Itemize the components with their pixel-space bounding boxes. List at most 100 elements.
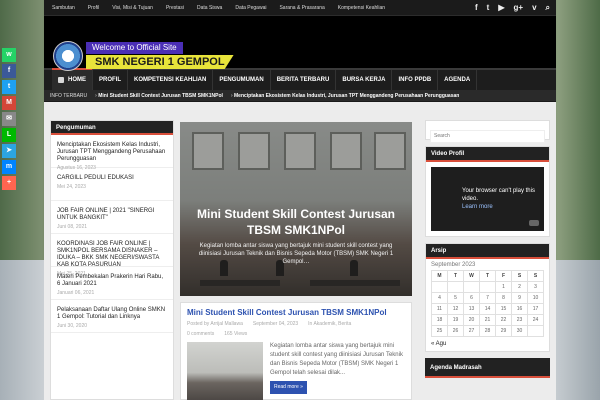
top-link-visi-misi[interactable]: Visi, Misi & Tujuan [112, 5, 153, 11]
calendar-day [447, 281, 464, 293]
calendar: September 2023 M T W T F S S 1 2 3 4 5 6 7 8 9 10 11 12 13 1… [426, 259, 549, 351]
article-comments[interactable]: 0 comments [187, 331, 214, 337]
school-logo[interactable] [53, 41, 83, 71]
top-link-prestasi[interactable]: Prestasi [166, 5, 184, 11]
announcement-item[interactable]: KOORDINASI JOB FAIR ONLINE | SMK1NPOL BE… [51, 234, 173, 277]
search-icon[interactable]: ⌕ [546, 3, 550, 12]
calendar-day[interactable]: 19 [447, 314, 464, 326]
calendar-day[interactable]: 7 [479, 292, 496, 304]
announcement-item-date: Mei 24, 2023 [57, 184, 86, 190]
calendar-day[interactable]: 18 [431, 314, 448, 326]
calendar-day[interactable]: 5 [447, 292, 464, 304]
archive-title: Arsip [426, 244, 549, 259]
article-category[interactable]: In Akademik, Berita [308, 321, 351, 327]
ticker-item[interactable]: Menciptakan Ekosistem Kelas Industri, Ju… [231, 93, 459, 99]
line-share-icon[interactable]: L [2, 128, 16, 142]
calendar-day[interactable]: 27 [463, 325, 480, 337]
announcement-item-title[interactable]: Menciptakan Ekosistem Kelas Industri, Ju… [57, 142, 167, 163]
read-more-button[interactable]: Read more » [270, 381, 307, 394]
calendar-day[interactable]: 10 [527, 292, 544, 304]
messenger-share-icon[interactable]: m [2, 160, 16, 174]
article-author[interactable]: Posted by Arrijal Mallawa [187, 321, 243, 327]
announcement-item[interactable]: CARGILL PEDULI EDUKASI Mei 24, 2023 [51, 168, 173, 201]
news-ticker: INFO TERBARU Mini Student Skill Contest … [44, 90, 556, 102]
twitter-icon[interactable]: t [487, 3, 490, 12]
whatsapp-share-icon[interactable]: w [2, 48, 16, 62]
youtube-icon[interactable] [529, 220, 539, 226]
nav-home[interactable]: HOME [52, 68, 93, 90]
top-link-sarana[interactable]: Sarana & Prasarana [279, 5, 324, 11]
google-plus-icon[interactable]: g+ [514, 3, 524, 12]
calendar-day[interactable]: 14 [479, 303, 496, 315]
announcement-item-date: Juni 30, 2020 [57, 323, 88, 329]
hero-slide[interactable]: Mini Student Skill Contest Jurusan TBSM … [180, 122, 412, 296]
nav-berita[interactable]: BERITA TERBARU [271, 70, 337, 90]
announcement-item-title[interactable]: JOB FAIR ONLINE | 2021 "SINERGI UNTUK BA… [57, 208, 167, 222]
calendar-day[interactable]: 26 [447, 325, 464, 337]
calendar-day[interactable]: 12 [447, 303, 464, 315]
calendar-day[interactable]: 25 [431, 325, 448, 337]
calendar-day[interactable]: 23 [511, 314, 528, 326]
calendar-day[interactable]: 17 [527, 303, 544, 315]
email-share-icon[interactable]: ✉ [2, 112, 16, 126]
calendar-day[interactable]: 29 [495, 325, 512, 337]
gmail-share-icon[interactable]: M [2, 96, 16, 110]
video-player[interactable]: Your browser can't play this video. Lear… [431, 167, 544, 231]
announcement-item-title[interactable]: Pelaksanaan Daftar Ulang Online SMKN 1 G… [57, 307, 167, 321]
top-link-profil[interactable]: Profil [88, 5, 99, 11]
nav-ppdb[interactable]: INFO PPDB [392, 70, 439, 90]
announcement-item-date: Januari 06, 2021 [57, 290, 95, 296]
nav-pengumuman[interactable]: PENGUMUMAN [213, 70, 271, 90]
calendar-day[interactable]: 24 [527, 314, 544, 326]
announcement-item-title[interactable]: KOORDINASI JOB FAIR ONLINE | SMK1NPOL BE… [57, 241, 167, 269]
article-title[interactable]: Mini Student Skill Contest Jurusan TBSM … [187, 308, 405, 317]
telegram-share-icon[interactable]: ➤ [2, 144, 16, 158]
school-name[interactable]: SMK NEGERI 1 GEMPOL [86, 55, 234, 69]
article-body: Kegiatan lomba antar siswa yang bertajuk… [187, 342, 405, 400]
youtube-icon[interactable]: ▶ [498, 3, 504, 12]
ticker-item[interactable]: Mini Student Skill Contest Jurusan TBSM … [95, 93, 223, 99]
announcement-item-title[interactable]: Materi Pembekalan Prakerin Hari Rabu, 6 … [57, 274, 167, 288]
nav-profil[interactable]: PROFIL [93, 70, 128, 90]
nav-agenda[interactable]: AGENDA [438, 70, 478, 90]
search-input[interactable] [430, 129, 545, 143]
calendar-day[interactable]: 15 [495, 303, 512, 315]
calendar-day[interactable]: 30 [511, 325, 528, 337]
hero-title[interactable]: Mini Student Skill Contest Jurusan TBSM … [188, 206, 404, 238]
top-link-kompetensi[interactable]: Kompetensi Keahlian [338, 5, 385, 11]
twitter-share-icon[interactable]: t [2, 80, 16, 94]
top-link-sambutan[interactable]: Sambutan [52, 5, 75, 11]
calendar-day[interactable]: 8 [495, 292, 512, 304]
calendar-prev-link[interactable]: « Agu [431, 341, 544, 347]
top-link-data-pegawai[interactable]: Data Pegawai [235, 5, 266, 11]
announcement-item[interactable]: JOB FAIR ONLINE | 2021 "SINERGI UNTUK BA… [51, 201, 173, 234]
facebook-icon[interactable]: f [475, 3, 478, 12]
calendar-day[interactable]: 20 [463, 314, 480, 326]
calendar-day [527, 325, 544, 337]
top-link-data-siswa[interactable]: Data Siswa [197, 5, 222, 11]
announcement-item-title[interactable]: CARGILL PEDULI EDUKASI [57, 175, 167, 182]
calendar-day[interactable]: 16 [511, 303, 528, 315]
announcement-item[interactable]: Pelaksanaan Daftar Ulang Online SMKN 1 G… [51, 300, 173, 333]
facebook-share-icon[interactable]: f [2, 64, 16, 78]
nav-bursa-kerja[interactable]: BURSA KERJA [336, 70, 393, 90]
calendar-week: 4 5 6 7 8 9 10 [431, 292, 544, 304]
announcement-item[interactable]: Menciptakan Ekosistem Kelas Industri, Ju… [51, 135, 173, 171]
article-thumbnail[interactable] [187, 342, 263, 400]
nav-kompetensi[interactable]: KOMPETENSI KEAHLIAN [128, 70, 214, 90]
video-learn-more[interactable]: Learn more [462, 203, 544, 211]
vimeo-icon[interactable]: v [532, 3, 536, 12]
calendar-day[interactable]: 22 [495, 314, 512, 326]
calendar-day[interactable]: 28 [479, 325, 496, 337]
calendar-day[interactable]: 9 [511, 292, 528, 304]
calendar-day[interactable]: 1 [495, 281, 512, 293]
calendar-week: 25 26 27 28 29 30 [431, 325, 544, 337]
calendar-day[interactable]: 13 [463, 303, 480, 315]
calendar-day[interactable]: 21 [479, 314, 496, 326]
calendar-day[interactable]: 6 [463, 292, 480, 304]
calendar-day[interactable]: 2 [511, 281, 528, 293]
calendar-day[interactable]: 4 [431, 292, 448, 304]
calendar-day[interactable]: 11 [431, 303, 448, 315]
calendar-day[interactable]: 3 [527, 281, 544, 293]
more-share-icon[interactable]: + [2, 176, 16, 190]
